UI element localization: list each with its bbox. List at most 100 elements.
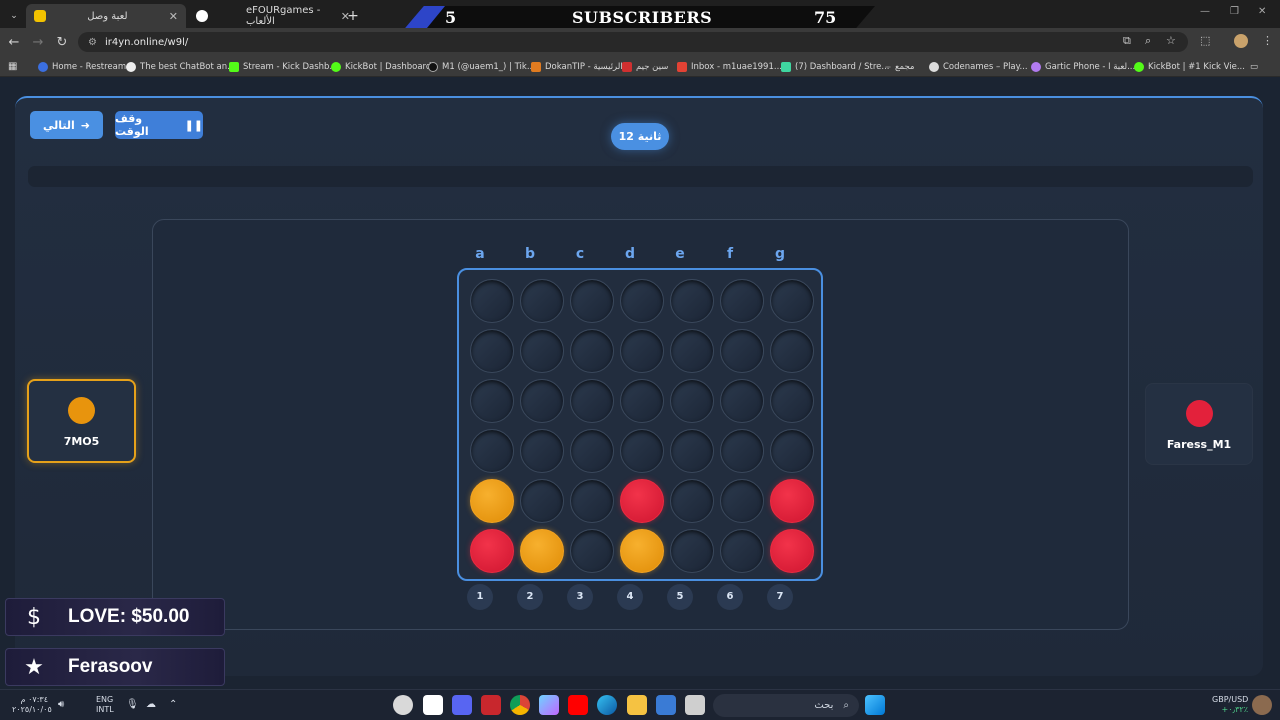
empty-slot[interactable] [670,529,714,573]
empty-slot[interactable] [470,429,514,473]
back-icon[interactable]: ← [2,35,26,50]
column-number-1[interactable]: 1 [460,584,500,610]
app-icon[interactable] [481,695,501,715]
column-number-4[interactable]: 4 [610,584,650,610]
bookmark-item[interactable]: Home - Restream [38,59,126,74]
empty-slot[interactable] [620,279,664,323]
all-bookmarks-icon[interactable]: ▭ [1250,59,1258,74]
empty-slot[interactable] [720,379,764,423]
empty-slot[interactable] [520,379,564,423]
empty-slot[interactable] [670,329,714,373]
empty-slot[interactable] [620,429,664,473]
empty-slot[interactable] [770,429,814,473]
column-number-6[interactable]: 6 [710,584,750,610]
empty-slot[interactable] [670,379,714,423]
menu-icon[interactable]: ⋮ [1262,34,1273,47]
bookmark-item[interactable]: KickBot | Dashboard [331,59,431,74]
empty-slot[interactable] [720,279,764,323]
volume-icon[interactable]: 🔊︎ [58,700,64,710]
forward-icon[interactable]: → [26,35,50,50]
empty-slot[interactable] [520,429,564,473]
empty-slot[interactable] [620,379,664,423]
empty-slot[interactable] [570,529,614,573]
bookmark-item[interactable]: Stream - Kick Dashb... [229,59,338,74]
file-explorer-icon[interactable] [627,695,647,715]
onedrive-icon[interactable]: ☁ [146,700,156,710]
youtube-icon[interactable] [568,695,588,715]
zoom-icon[interactable]: ⌕ [1145,34,1151,48]
stock-widget[interactable]: GBP/USD +٠٫٣٢٪ [1212,695,1248,715]
empty-slot[interactable] [670,429,714,473]
empty-slot[interactable] [720,529,764,573]
empty-slot[interactable] [620,329,664,373]
empty-slot[interactable] [570,479,614,523]
empty-slot[interactable] [670,479,714,523]
discord-icon[interactable] [452,695,472,715]
bookmark-item[interactable]: مجمع [885,59,914,74]
empty-slot[interactable] [670,279,714,323]
apps-grid-icon[interactable]: ▦ [8,59,17,74]
tab-search-button[interactable]: ⌄ [4,4,24,28]
column-number-5[interactable]: 5 [660,584,700,610]
bookmark-item[interactable]: (7) Dashboard / Stre... [781,59,890,74]
tab-game[interactable]: لعبة وصل ✕ [26,4,186,28]
minimize-icon[interactable]: — [1200,6,1210,17]
orange-disc[interactable] [470,479,514,523]
new-tab-button[interactable]: + [342,4,364,28]
empty-slot[interactable] [570,429,614,473]
empty-slot[interactable] [770,379,814,423]
close-tab-icon[interactable]: ✕ [169,10,178,23]
column-number-7[interactable]: 7 [760,584,800,610]
empty-slot[interactable] [520,479,564,523]
next-button[interactable]: التالي ➜ [30,111,103,139]
site-info-icon[interactable]: ⚙ [88,37,97,48]
notification-icon[interactable] [1252,695,1272,715]
capcut-icon[interactable] [423,695,443,715]
red-disc[interactable] [470,529,514,573]
profile-avatar[interactable] [1234,34,1248,48]
empty-slot[interactable] [470,279,514,323]
url-bar[interactable]: ⚙ ir4yn.online/w9l/ [78,32,1188,52]
orange-disc[interactable] [620,529,664,573]
pause-timer-button[interactable]: وقف الوقت ❚❚ [115,111,203,139]
chevron-up-icon[interactable]: ⌃ [169,700,177,710]
tab-efourgames[interactable]: eFOURgames - الألعاب ✕ [188,4,358,28]
red-disc[interactable] [770,529,814,573]
chrome-icon[interactable] [510,695,530,715]
bookmark-item[interactable]: Gartic Phone - لعبة ا... [1031,59,1135,74]
empty-slot[interactable] [570,379,614,423]
bookmark-item[interactable]: The best ChatBot an... [126,59,235,74]
red-disc[interactable] [620,479,664,523]
bookmark-item[interactable]: KickBot | #1 Kick Vie... [1134,59,1245,74]
edge-icon[interactable] [597,695,617,715]
column-number-3[interactable]: 3 [560,584,600,610]
empty-slot[interactable] [570,279,614,323]
clock[interactable]: ٠٧:٣٤ م ٢٠٢٥/١٠/٠٥ [12,695,52,715]
red-disc[interactable] [770,479,814,523]
column-number-2[interactable]: 2 [510,584,550,610]
close-window-icon[interactable]: ✕ [1258,6,1266,17]
empty-slot[interactable] [570,329,614,373]
empty-slot[interactable] [720,329,764,373]
copilot-icon[interactable] [539,695,559,715]
bookmark-item[interactable]: Inbox - m1uae1991... [677,59,782,74]
empty-slot[interactable] [520,279,564,323]
bookmark-item[interactable]: DokanTIP - الرئيسية [531,59,623,74]
translate-icon[interactable]: ⧉ [1123,34,1131,48]
empty-slot[interactable] [470,329,514,373]
language-indicator[interactable]: ENG INTL [96,695,114,715]
reload-icon[interactable]: ↻ [50,35,74,50]
empty-slot[interactable] [770,329,814,373]
bookmark-item[interactable]: M1 (@uaem1_) | Tik... [428,59,535,74]
empty-slot[interactable] [520,329,564,373]
empty-slot[interactable] [720,429,764,473]
orange-disc[interactable] [520,529,564,573]
store-icon[interactable] [656,695,676,715]
empty-slot[interactable] [770,279,814,323]
bookmark-star-icon[interactable]: ☆ [1166,34,1176,47]
extensions-icon[interactable]: ⬚ [1200,34,1210,47]
restore-icon[interactable]: ❐ [1230,6,1239,17]
bookmark-item[interactable]: Codenames – Play... [929,59,1028,74]
taskbar-search[interactable]: بحث ⌕ [713,694,859,717]
windows-start-icon[interactable] [865,695,885,715]
